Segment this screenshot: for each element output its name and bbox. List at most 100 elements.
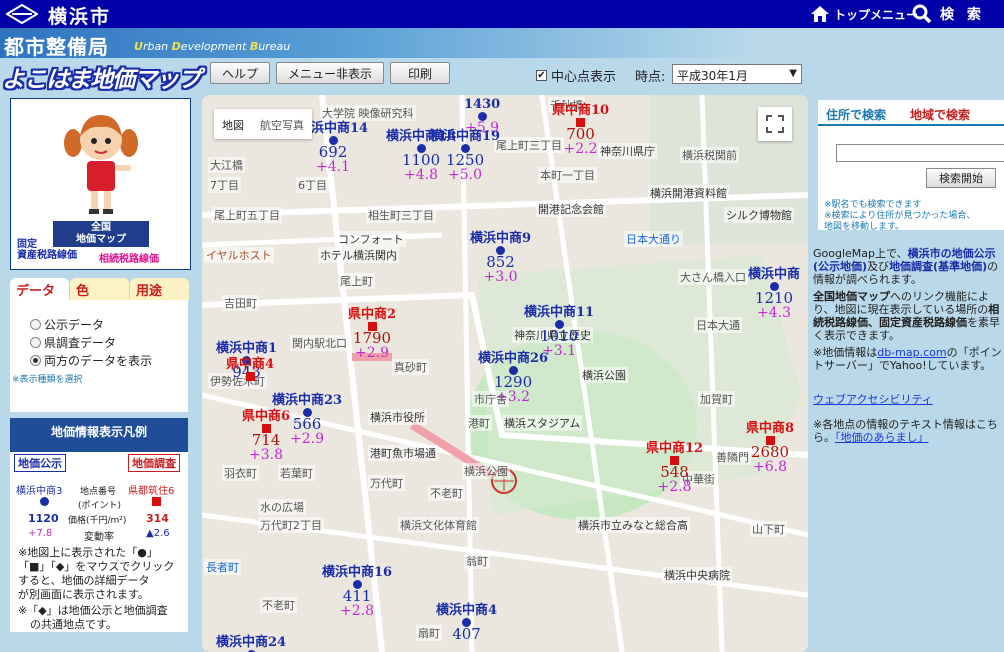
price-marker[interactable]: 県中商4 <box>226 357 274 381</box>
radio-public-data[interactable]: 公示データ <box>30 316 104 333</box>
city-emblem-icon <box>6 4 38 24</box>
map-place-label: 日本大通 <box>694 317 742 333</box>
map-canvas[interactable]: 大学院 映像研究科 大江橋 7丁目 6丁目 尾上町五丁目 相生町三丁目 コンフォート ホテル横… <box>202 95 808 652</box>
marker-price: 1790 <box>352 329 392 347</box>
price-marker[interactable]: 横浜中商19 1250 +5.0 <box>430 129 500 183</box>
center-point-checkbox[interactable]: ✔ 中心点表示 <box>536 66 616 85</box>
price-marker[interactable]: 横浜中商9 852 +3.0 <box>470 231 531 285</box>
map-place-label: 羽衣町 <box>222 465 259 481</box>
tab-color[interactable]: 色 <box>70 278 129 300</box>
address-search-input[interactable] <box>836 144 1004 162</box>
time-select-value: 平成30年1月 <box>677 69 748 83</box>
price-marker[interactable]: 県中商10 700 +2.2 <box>552 103 609 157</box>
price-marker[interactable]: 県中商6 714 +3.8 <box>242 409 290 463</box>
price-marker[interactable]: 横浜中商16 411 +2.8 <box>322 565 392 619</box>
marker-price: 1290 <box>493 373 533 391</box>
triangle-up-icon: ▲ <box>146 528 154 539</box>
marker-name: 県中商10 <box>552 103 610 118</box>
legend-note-4: が別画面に表示されます。 <box>18 588 149 601</box>
tab-aerial[interactable]: 航空写真 <box>252 109 312 139</box>
legend-pref-marker-icon <box>152 497 161 506</box>
tab-address-search[interactable]: 住所で検索 <box>826 106 886 123</box>
fullscreen-button[interactable] <box>758 107 792 141</box>
tab-data[interactable]: データ <box>10 278 69 300</box>
marker-name: 横浜中商1 <box>216 341 278 356</box>
marker-name: 横浜中商16 <box>322 565 393 580</box>
map-place-label: 水の広場 <box>258 499 306 515</box>
radio-icon <box>30 319 41 330</box>
legend-price-pref: 314 <box>146 512 169 525</box>
map-place-label: 本町一丁目 <box>538 167 597 183</box>
accessibility-link[interactable]: ウェブアクセシビリティ <box>813 391 933 407</box>
marker-change-rate: +3.2 <box>496 389 531 405</box>
map-place-label: 万代町 <box>368 475 405 491</box>
map-place-label: 横浜市役所 <box>368 409 427 425</box>
square-marker-icon <box>245 372 255 381</box>
map-place-label: 吉田町 <box>222 295 259 311</box>
marker-price: 852 <box>486 253 515 271</box>
tab-underline <box>818 124 1004 126</box>
marker-name: 県中商4 <box>226 357 275 372</box>
marker-price: 692 <box>318 143 348 161</box>
chika-overview-link[interactable]: 「地価のあらまし」 <box>835 431 929 444</box>
price-marker[interactable]: 県中商12 548 +2.8 <box>646 441 703 495</box>
sozei-link[interactable]: 相続税路線価 <box>99 250 159 265</box>
tab-usage[interactable]: 用途 <box>130 278 189 300</box>
search-note-3: 地図を移動します。 <box>824 222 905 232</box>
price-marker[interactable]: 横浜中商4 407 <box>436 603 497 642</box>
map-place-label: 横浜スタジアム <box>502 415 583 431</box>
top-menu-link[interactable]: トップメニュー <box>810 4 918 24</box>
search-note-2: ※検索により住所が見つかった場合、 <box>824 211 976 221</box>
help-button[interactable]: ヘルプ <box>210 62 270 84</box>
legend-panel: 地価情報表示凡例 地価公示 地価調査 横浜中商3 地点番号 県都筑住6 (ポイン… <box>10 418 188 632</box>
radio-pref-data[interactable]: 県調査データ <box>30 334 116 351</box>
tab-map[interactable]: 地図 <box>214 109 252 139</box>
center-point-label: 中心点表示 <box>551 70 617 85</box>
db-map-link[interactable]: db-map.com <box>877 346 946 359</box>
price-marker[interactable]: 横浜中商24 <box>216 635 286 652</box>
radio-both-data[interactable]: 両方のデータを表示 <box>30 352 152 369</box>
search-link[interactable]: 検 索 <box>912 3 985 25</box>
marker-price: 714 <box>251 431 281 449</box>
marker-price: 1210 <box>754 289 794 307</box>
marker-name: 県中商2 <box>348 307 397 322</box>
description-3: ※地価情報はdb-map.comの「ポイントサーバー」でYahoo!しています。 <box>813 346 1002 372</box>
price-marker[interactable]: 横浜中商 1210 +4.3 <box>748 267 800 321</box>
mascot-girl-icon <box>64 115 138 214</box>
marker-change-rate: +6.8 <box>753 459 788 475</box>
map-type-tabs: 地図 航空写真 <box>214 109 312 139</box>
kotei-link[interactable]: 固定 資産税路線価 <box>17 239 77 261</box>
legend-survey-label: 地価調査 <box>128 454 180 472</box>
search-start-button[interactable]: 検索開始 <box>926 168 996 188</box>
map-place-label: 開港記念会館 <box>536 201 606 217</box>
print-button[interactable]: 印刷 <box>390 62 450 84</box>
map-place-label: 横浜中央病院 <box>662 567 732 583</box>
map-place-label: 港町魚市場通 <box>368 445 438 461</box>
map-place-label: 日本大通り <box>624 231 683 247</box>
map-place-label: 大さん橋入口 <box>678 269 748 285</box>
price-marker[interactable]: 横浜中商26 1290 +3.2 <box>478 351 548 405</box>
price-marker[interactable]: 県中商2 1790 +2.9 <box>348 307 396 361</box>
marker-name: 横浜中商23 <box>272 393 343 408</box>
tab-area-search[interactable]: 地域で検索 <box>910 106 970 123</box>
map-place-label: 万代町2丁目 <box>258 517 324 533</box>
marker-price: 2680 <box>750 443 790 461</box>
marker-name: 横浜中商24 <box>216 635 287 650</box>
legend-note-6: の共通地点です。 <box>30 618 117 631</box>
map-place-label: 7丁目 <box>208 177 241 193</box>
city-name[interactable]: 横浜市 <box>48 2 111 29</box>
time-select[interactable]: 平成30年1月 ▼ <box>672 64 802 84</box>
map-place-label: イヤルホスト <box>204 247 274 263</box>
legend-public-label: 地価公示 <box>14 454 66 472</box>
data-tab-panel: 公示データ 県調査データ 両方のデータを表示 <box>10 300 188 412</box>
search-icon <box>912 4 932 24</box>
legend-example-public-name: 横浜中商3 <box>16 486 63 497</box>
map-place-label: 山下町 <box>750 521 787 537</box>
marker-change-rate: +3.8 <box>249 447 284 463</box>
fullscreen-icon <box>766 115 784 133</box>
price-marker[interactable]: 県中商8 2680 +6.8 <box>746 421 794 475</box>
menu-hide-button[interactable]: メニュー非表示 <box>276 62 384 84</box>
map-place-label: 横浜公園 <box>580 367 628 383</box>
map-place-label: 不老町 <box>428 485 465 501</box>
bureau-name-jp: 都市整備局 <box>4 35 109 59</box>
